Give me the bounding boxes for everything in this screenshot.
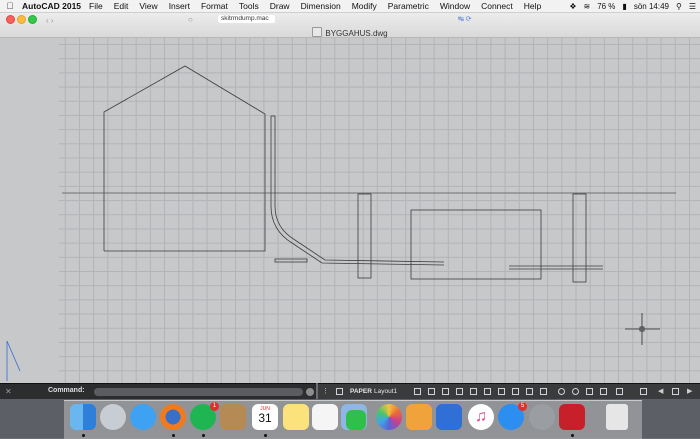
clock[interactable]: sön 14:49 [634, 2, 669, 11]
running-indicator [202, 434, 205, 437]
reminders-icon[interactable] [312, 404, 338, 430]
running-indicator [264, 434, 267, 437]
selection-cycling-icon[interactable] [526, 388, 533, 395]
annotation-icon[interactable] [540, 388, 547, 395]
osnap-icon[interactable] [470, 388, 477, 395]
finder-icon[interactable] [70, 404, 96, 430]
zoom-window-button[interactable] [28, 15, 37, 24]
annotation-scale-icon[interactable] [640, 388, 647, 395]
drawing-svg [0, 38, 676, 383]
command-label: Command: [48, 387, 85, 394]
safari-icon[interactable] [130, 404, 156, 430]
command-line: ✕ Command: [0, 383, 316, 400]
menu-view[interactable]: View [139, 1, 157, 11]
menu-connect[interactable]: Connect [481, 1, 513, 11]
reload-icon: ○ [188, 15, 193, 24]
snap-icon[interactable] [428, 388, 435, 395]
post-left[interactable] [357, 193, 372, 279]
launchpad-icon[interactable] [100, 404, 126, 430]
chevron-left-icon[interactable]: ◀ [658, 387, 665, 395]
orbit-icon[interactable] [586, 388, 593, 395]
polar-icon[interactable] [456, 388, 463, 395]
document-title-text: BYGGAHUS.dwg [325, 29, 388, 38]
lineweight-icon[interactable] [498, 388, 505, 395]
calendar-icon[interactable]: JUN 31 [252, 404, 278, 430]
notification-center-icon[interactable]: ☰ [689, 2, 696, 11]
calendar-day: 31 [258, 411, 272, 425]
otrack-icon[interactable] [484, 388, 491, 395]
menu-insert[interactable]: Insert [169, 1, 190, 11]
running-indicator [571, 434, 574, 437]
close-icon[interactable]: ✕ [5, 387, 12, 396]
model-space-icon[interactable] [336, 388, 343, 395]
menu-modify[interactable]: Modify [352, 1, 377, 11]
status-area: ❖ ≋ 76 % ▮ sön 14:49 ⚲ ☰ [562, 0, 696, 12]
ortho-icon[interactable] [442, 388, 449, 395]
itunes-icon[interactable]: ♫ [468, 404, 494, 430]
paper-toggle[interactable]: PAPER [350, 388, 372, 395]
dropbox-icon[interactable]: ❖ [569, 2, 576, 11]
photos-icon[interactable] [376, 404, 402, 430]
dwg-file-icon [312, 27, 323, 37]
apple-menu-icon[interactable]:  [4, 1, 16, 11]
menu-bar:  AutoCAD 2015 File Edit View Insert For… [0, 0, 700, 13]
grid-icon[interactable] [414, 388, 421, 395]
pipe-stub[interactable] [274, 258, 308, 263]
spotlight-icon[interactable]: ⚲ [676, 2, 682, 11]
background-browser-icons: ↹ ⟳ [458, 16, 472, 23]
menu-tools[interactable]: Tools [239, 1, 259, 11]
layout-tab[interactable]: Layout1 [374, 388, 397, 395]
running-indicator [172, 434, 175, 437]
menu-help[interactable]: Help [524, 1, 541, 11]
running-indicator [82, 434, 85, 437]
drawing-canvas[interactable] [0, 38, 700, 383]
wifi-icon[interactable]: ≋ [583, 2, 590, 11]
menu-dimension[interactable]: Dimension [301, 1, 341, 11]
background-url-field: skitrmdump.mac [218, 15, 275, 23]
close-window-button[interactable] [6, 15, 15, 24]
pages-icon[interactable] [406, 404, 432, 430]
canvas-left-margin [0, 38, 59, 383]
app-store-badge: 5 [518, 402, 527, 411]
firefox-icon[interactable] [160, 404, 186, 430]
menu-draw[interactable]: Draw [270, 1, 290, 11]
pan-icon[interactable] [558, 388, 565, 395]
battery-icon[interactable]: ▮ [622, 2, 626, 11]
menu-file[interactable]: File [89, 1, 103, 11]
notes-icon[interactable] [283, 404, 309, 430]
viewcube-icon[interactable] [600, 388, 607, 395]
app-menu[interactable]: AutoCAD 2015 [22, 1, 81, 11]
minimize-window-button[interactable] [17, 15, 26, 24]
menu-items: File Edit View Insert Format Tools Draw … [89, 1, 552, 11]
menu-parametric[interactable]: Parametric [388, 1, 429, 11]
zoom-icon[interactable] [572, 388, 579, 395]
grip-icon: ⋮ [322, 388, 329, 395]
autocad-icon[interactable] [559, 404, 585, 430]
status-toolbar: ⋮ PAPER Layout1 ◀ ▶ [318, 383, 700, 400]
pipe-path-a[interactable] [270, 116, 445, 266]
command-input[interactable] [94, 388, 303, 396]
browser-nav-arrows: ‹ › [46, 16, 54, 25]
menu-window[interactable]: Window [440, 1, 470, 11]
contacts-icon[interactable] [220, 404, 246, 430]
document-title: BYGGAHUS.dwg [0, 27, 700, 38]
battery-percent[interactable]: 76 % [597, 2, 615, 11]
spotify-badge: 1 [210, 402, 219, 411]
chevron-right-icon[interactable]: ▶ [687, 387, 694, 395]
trash-icon[interactable] [606, 404, 628, 430]
keynote-icon[interactable] [436, 404, 462, 430]
workspace-icon[interactable] [616, 388, 623, 395]
system-preferences-icon[interactable] [529, 404, 555, 430]
facetime-icon[interactable] [346, 410, 366, 430]
display-icon[interactable] [672, 388, 679, 395]
house-outline[interactable] [103, 65, 266, 252]
transparency-icon[interactable] [512, 388, 519, 395]
pipe-path-b[interactable] [274, 116, 445, 263]
menu-format[interactable]: Format [201, 1, 228, 11]
command-expand-button[interactable] [306, 388, 314, 396]
menu-edit[interactable]: Edit [114, 1, 129, 11]
